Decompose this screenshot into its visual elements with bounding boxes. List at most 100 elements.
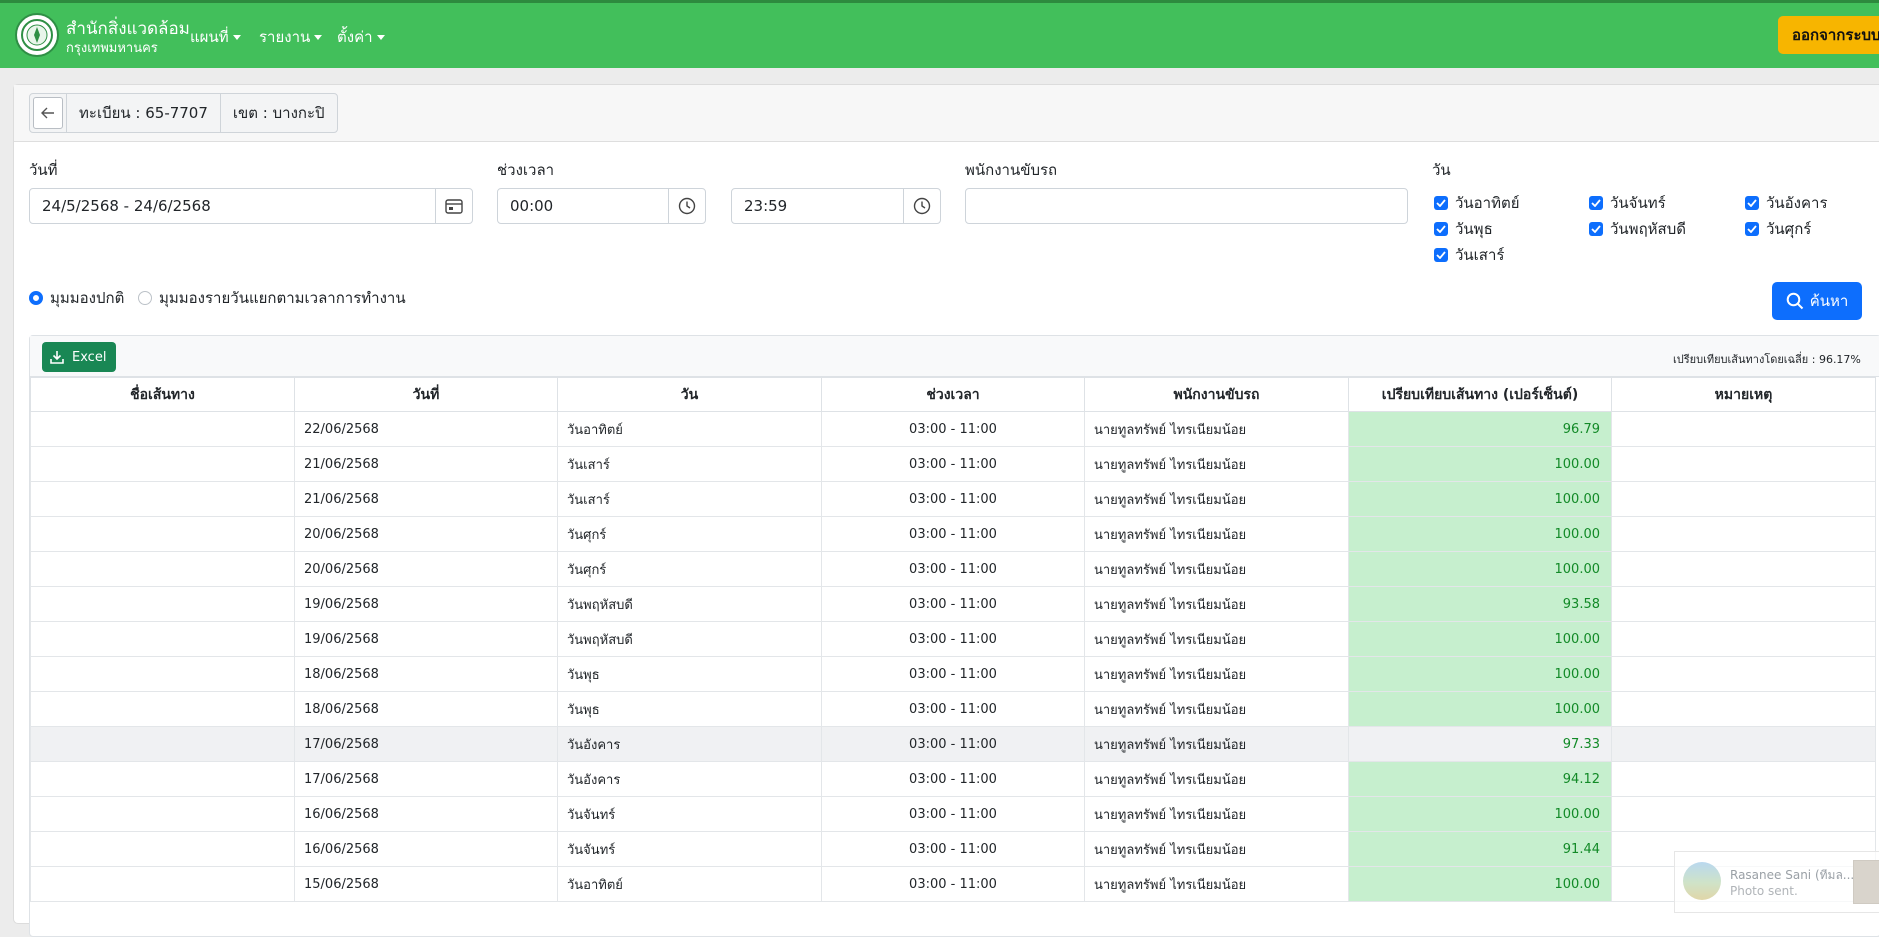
route-percent-cell: 100.00 (1348, 656, 1612, 692)
date-cell: 16/06/2568 (294, 831, 558, 867)
checkbox-checked-icon (1434, 222, 1448, 236)
table-row[interactable]: 20/06/2568 วันศุกร์ 03:00 - 11:00 นายทูลทรั… (30, 516, 1876, 552)
day-checkbox-friday[interactable]: วันศุกร์ (1745, 217, 1811, 241)
table-row[interactable]: 19/06/2568 วันพฤหัสบดี 03:00 - 11:00 นายทูล… (30, 586, 1876, 622)
search-button-label: ค้นหา (1809, 292, 1849, 310)
driver-input[interactable] (965, 188, 1408, 224)
search-button[interactable]: ค้นหา (1772, 282, 1862, 320)
table-row[interactable]: 21/06/2568 วันเสาร์ 03:00 - 11:00 นายทูลทรั… (30, 446, 1876, 482)
day-cell: วันจันทร์ (557, 796, 822, 832)
date-range-input[interactable]: 24/5/2568 - 24/6/2568 (29, 188, 473, 224)
time-range-cell: 03:00 - 11:00 (821, 656, 1085, 692)
date-cell: 20/06/2568 (294, 516, 558, 552)
table-toolbar: Excel เปรียบเทียบเส้นทางโดยเฉลี่ย : 96.1… (30, 336, 1879, 377)
calendar-icon[interactable] (435, 189, 472, 223)
excel-export-button[interactable]: Excel (42, 342, 117, 372)
caret-down-icon (232, 35, 241, 40)
view-radio-normal[interactable]: มุมมองปกติ (29, 286, 124, 310)
time-range-cell: 03:00 - 11:00 (821, 796, 1085, 832)
date-cell: 17/06/2568 (294, 726, 558, 762)
day-checkbox-label: วันศุกร์ (1766, 220, 1812, 238)
day-cell: วันเสาร์ (557, 446, 822, 482)
column-header[interactable]: พนักงานขับรถ (1084, 377, 1349, 412)
clock-icon[interactable] (903, 189, 940, 223)
column-header[interactable]: หมายเหตุ (1611, 377, 1876, 412)
day-checkbox-label: วันเสาร์ (1455, 246, 1505, 264)
note-cell (1611, 411, 1876, 447)
time-range-cell: 03:00 - 11:00 (821, 481, 1085, 517)
table-row[interactable]: 16/06/2568 วันจันทร์ 03:00 - 11:00 นายทูลทร… (30, 831, 1876, 867)
table-row[interactable]: 17/06/2568 วันอังคาร 03:00 - 11:00 นายทูลทร… (30, 726, 1876, 762)
column-header[interactable]: วัน (557, 377, 822, 412)
day-checkbox-label: วันพุธ (1455, 220, 1493, 238)
time-start-input[interactable]: 00:00 (497, 188, 706, 224)
table-row[interactable]: 20/06/2568 วันศุกร์ 03:00 - 11:00 นายทูลทรั… (30, 551, 1876, 587)
route-percent-cell: 96.79 (1348, 411, 1612, 447)
time-end-input[interactable]: 23:59 (731, 188, 941, 224)
day-checkbox-wednesday[interactable]: วันพุธ (1434, 217, 1493, 241)
clock-icon[interactable] (668, 189, 705, 223)
day-cell: วันอังคาร (557, 761, 822, 797)
route-name-cell (30, 621, 295, 657)
time-range-cell: 03:00 - 11:00 (821, 866, 1085, 902)
column-header[interactable]: วันที่ (294, 377, 558, 412)
route-name-cell (30, 761, 295, 797)
route-percent-cell: 93.58 (1348, 586, 1612, 622)
brand-subtitle[interactable]: กรุงเทพมหานคร (66, 37, 158, 58)
route-percent-cell: 100.00 (1348, 796, 1612, 832)
driver-cell: นายทูลทรัพย์ ไทรเนียมน้อย (1084, 481, 1349, 517)
day-cell: วันศุกร์ (557, 516, 822, 552)
vehicle-info-bar: ทะเบียน : 65-7707 เขต : บางกะปิ (29, 93, 338, 133)
table-row[interactable]: 22/06/2568 วันอาทิตย์ 03:00 - 11:00 นายทูลท… (30, 411, 1876, 447)
checkbox-checked-icon (1589, 196, 1603, 210)
route-name-cell (30, 831, 295, 867)
day-checkbox-label: วันอาทิตย์ (1455, 194, 1520, 212)
logout-button[interactable]: ออกจากระบบ (1778, 16, 1879, 54)
district-name: เขต : บางกะปิ (219, 94, 337, 132)
day-checkbox-tuesday[interactable]: วันอังคาร (1745, 191, 1828, 215)
table-row[interactable]: 15/06/2568 วันอาทิตย์ 03:00 - 11:00 นายทูลท… (30, 866, 1876, 902)
results-panel: Excel เปรียบเทียบเส้นทางโดยเฉลี่ย : 96.1… (29, 335, 1879, 937)
day-checkbox-sunday[interactable]: วันอาทิตย์ (1434, 191, 1520, 215)
column-header[interactable]: เปรียบเทียบเส้นทาง (เปอร์เซ็นต์) (1348, 377, 1612, 412)
day-checkbox-thursday[interactable]: วันพฤหัสบดี (1589, 217, 1686, 241)
nav-menu-report[interactable]: รายงาน (259, 25, 323, 49)
time-range-cell: 03:00 - 11:00 (821, 586, 1085, 622)
table-row[interactable]: 17/06/2568 วันอังคาร 03:00 - 11:00 นายทูลทร… (30, 761, 1876, 797)
route-percent-cell: 91.44 (1348, 831, 1612, 867)
time-range-cell: 03:00 - 11:00 (821, 551, 1085, 587)
arrow-left-icon (41, 107, 54, 119)
avatar (1683, 862, 1721, 900)
view-radio-label: มุมมองรายวันแยกตามเวลาการทำงาน (159, 289, 406, 307)
driver-cell: นายทูลทรัพย์ ไทรเนียมน้อย (1084, 446, 1349, 482)
table-header-row: ชื่อเส้นทาง วันที่ วัน ช่วงเวลา พนักงานข… (30, 377, 1876, 412)
table-row[interactable]: 19/06/2568 วันพฤหัสบดี 03:00 - 11:00 นายทูล… (30, 621, 1876, 657)
chat-notification-toast[interactable]: Rasanee Sani (ทีมล... Photo sent. (1674, 851, 1879, 913)
route-name-cell (30, 411, 295, 447)
day-checkbox-monday[interactable]: วันจันทร์ (1589, 191, 1666, 215)
nav-menu-map[interactable]: แผนที่ (190, 25, 241, 49)
time-range-cell: 03:00 - 11:00 (821, 411, 1085, 447)
route-percent-cell: 100.00 (1348, 516, 1612, 552)
route-percent-cell: 100.00 (1348, 621, 1612, 657)
table-row[interactable]: 16/06/2568 วันจันทร์ 03:00 - 11:00 นายทูลทร… (30, 796, 1876, 832)
column-header[interactable]: ชื่อเส้นทาง (30, 377, 295, 412)
route-name-cell (30, 866, 295, 902)
view-radio-daily[interactable]: มุมมองรายวันแยกตามเวลาการทำงาน (138, 286, 406, 310)
nav-menu-label: รายงาน (259, 28, 311, 46)
date-cell: 18/06/2568 (294, 691, 558, 727)
back-button[interactable] (33, 97, 63, 129)
route-percent-cell: 100.00 (1348, 551, 1612, 587)
day-cell: วันพฤหัสบดี (557, 586, 822, 622)
nav-menu-settings[interactable]: ตั้งค่า (337, 25, 385, 49)
table-row[interactable]: 18/06/2568 วันพุธ 03:00 - 11:00 นายทูลทรัพย… (30, 691, 1876, 727)
bma-logo-icon[interactable] (15, 13, 59, 57)
column-header[interactable]: ช่วงเวลา (821, 377, 1085, 412)
route-name-cell (30, 656, 295, 692)
date-cell: 18/06/2568 (294, 656, 558, 692)
day-checkbox-saturday[interactable]: วันเสาร์ (1434, 243, 1504, 267)
table-row[interactable]: 18/06/2568 วันพุธ 03:00 - 11:00 นายทูลทรัพย… (30, 656, 1876, 692)
table-row[interactable]: 21/06/2568 วันเสาร์ 03:00 - 11:00 นายทูลทรั… (30, 481, 1876, 517)
route-name-cell (30, 726, 295, 762)
card-header: ทะเบียน : 65-7707 เขต : บางกะปิ (14, 85, 1879, 142)
